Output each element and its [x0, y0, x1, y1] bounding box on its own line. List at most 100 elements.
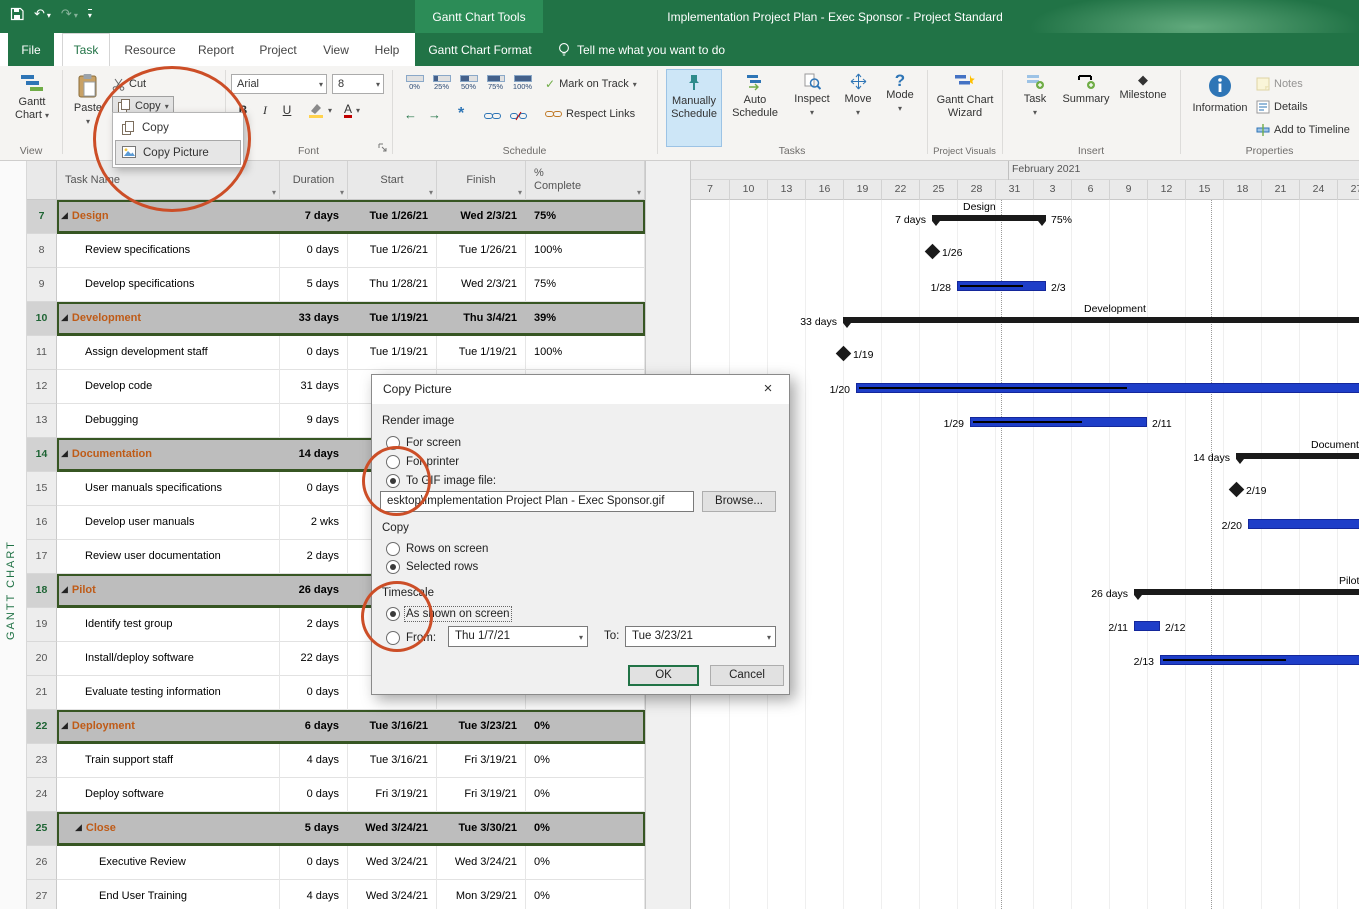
cell-name[interactable]: Identify test group [57, 608, 280, 642]
cell-name[interactable]: Executive Review [57, 846, 280, 880]
gantt-task-bar[interactable] [1248, 519, 1359, 529]
ok-button[interactable]: OK [628, 665, 699, 686]
timescale-day-cell[interactable]: 28 [957, 180, 995, 200]
cell-pct[interactable]: 75% [526, 268, 645, 302]
cell-duration[interactable]: 26 days [280, 574, 348, 608]
percent-complete-100%-button[interactable]: 100% [510, 74, 535, 94]
manually-schedule-button[interactable]: Manually Schedule [666, 69, 722, 147]
cell-name[interactable]: Install/deploy software [57, 642, 280, 676]
select-all-cell[interactable] [27, 160, 57, 200]
redo-button[interactable]: ↷▾ [61, 6, 78, 22]
italic-button[interactable]: I [255, 100, 275, 120]
cell-pct[interactable]: 0% [526, 744, 645, 778]
cell-finish[interactable]: Fri 3/19/21 [437, 744, 526, 778]
cell-finish[interactable]: Tue 1/26/21 [437, 234, 526, 268]
cell-duration[interactable]: 0 days [280, 336, 348, 370]
cell-name[interactable]: Develop code [57, 370, 280, 404]
timescale-day-cell[interactable]: 3 [1033, 180, 1071, 200]
timescale-day-cell[interactable]: 24 [1299, 180, 1337, 200]
cell-pct[interactable]: 100% [526, 336, 645, 370]
cell-name[interactable]: Assign development staff [57, 336, 280, 370]
tab-resource[interactable]: Resource [118, 33, 182, 66]
row-number-cell[interactable]: 18 [27, 574, 57, 608]
undo-button[interactable]: ↶▾ [34, 6, 51, 22]
row-number-cell[interactable]: 26 [27, 846, 57, 880]
cell-pct[interactable]: 0% [526, 778, 645, 812]
row-number-cell[interactable]: 17 [27, 540, 57, 574]
cell-start[interactable]: Tue 3/16/21 [348, 744, 437, 778]
expand-collapse-icon[interactable]: ◢ [75, 822, 82, 832]
customize-qat-button[interactable]: ▾ [88, 9, 92, 20]
cell-finish[interactable]: Tue 3/30/21 [437, 812, 526, 846]
font-color-button[interactable]: A ▾ [344, 100, 360, 120]
cell-duration[interactable]: 2 days [280, 608, 348, 642]
cell-finish[interactable]: Wed 3/24/21 [437, 846, 526, 880]
cell-name[interactable]: Develop specifications [57, 268, 280, 302]
mark-on-track-button[interactable]: ✓ Mark on Track ▾ [545, 74, 637, 94]
timescale-day-cell[interactable]: 13 [767, 180, 805, 200]
insert-summary-button[interactable]: Summary [1060, 69, 1112, 147]
cell-duration[interactable]: 22 days [280, 642, 348, 676]
menu-item-copy[interactable]: Copy [115, 115, 241, 140]
to-date-combobox[interactable]: Tue 3/23/21 ▾ [625, 626, 776, 647]
column-header-finish[interactable]: Finish▾ [437, 160, 526, 200]
cut-button[interactable]: Cut [112, 74, 146, 94]
cell-name[interactable]: Deploy software [57, 778, 280, 812]
timescale-day-cell[interactable]: 15 [1185, 180, 1223, 200]
timescale-day-cell[interactable]: 25 [919, 180, 957, 200]
gantt-task-bar[interactable] [970, 417, 1147, 427]
expand-collapse-icon[interactable]: ◢ [61, 448, 68, 458]
tab-file[interactable]: File [8, 33, 54, 66]
radio-for-screen[interactable]: For screen [386, 435, 461, 450]
cell-start[interactable]: Thu 1/28/21 [348, 268, 437, 302]
cell-duration[interactable]: 9 days [280, 404, 348, 438]
cell-duration[interactable]: 4 days [280, 880, 348, 909]
timescale-day-cell[interactable]: 16 [805, 180, 843, 200]
filter-arrow-icon[interactable]: ▾ [340, 188, 344, 197]
cell-name[interactable]: Develop user manuals [57, 506, 280, 540]
cell-duration[interactable]: 14 days [280, 438, 348, 472]
cell-finish[interactable]: Fri 3/19/21 [437, 778, 526, 812]
gantt-summary-bar[interactable] [932, 215, 1046, 221]
row-number-cell[interactable]: 8 [27, 234, 57, 268]
timescale-day-cell[interactable]: 7 [691, 180, 729, 200]
timescale-day-row[interactable]: 71013161922252831369121518212427 [691, 180, 1359, 200]
radio-to-gif-file[interactable]: To GIF image file: [386, 473, 496, 488]
row-number-cell[interactable]: 15 [27, 472, 57, 506]
cell-duration[interactable]: 31 days [280, 370, 348, 404]
cell-name[interactable]: Review specifications [57, 234, 280, 268]
cell-duration[interactable]: 0 days [280, 472, 348, 506]
percent-complete-75%-button[interactable]: 75% [483, 74, 508, 94]
dialog-close-button[interactable]: × [747, 375, 789, 404]
expand-collapse-icon[interactable]: ◢ [61, 210, 68, 220]
row-number-cell[interactable]: 14 [27, 438, 57, 472]
cell-duration[interactable]: 2 days [280, 540, 348, 574]
insert-milestone-button[interactable]: ◆ Milestone [1116, 69, 1170, 147]
tab-task[interactable]: Task [62, 33, 110, 66]
gantt-task-bar[interactable] [1134, 621, 1160, 631]
row-number-cell[interactable]: 23 [27, 744, 57, 778]
cell-duration[interactable]: 0 days [280, 234, 348, 268]
menu-item-copy-picture[interactable]: Copy Picture [115, 140, 241, 165]
expand-collapse-icon[interactable]: ◢ [61, 720, 68, 730]
cell-name[interactable]: ◢Documentation [57, 438, 280, 472]
from-date-combobox[interactable]: Thu 1/7/21 ▾ [448, 626, 588, 647]
gantt-summary-bar[interactable] [843, 317, 1359, 323]
cell-name[interactable]: Evaluate testing information [57, 676, 280, 710]
gantt-chart-wizard-button[interactable]: Gantt Chart Wizard [934, 69, 996, 147]
gantt-chart-view-button[interactable]: Gantt Chart ▾ [5, 69, 59, 147]
gantt-milestone[interactable] [1229, 482, 1245, 498]
background-color-button[interactable]: ▾ [308, 100, 332, 120]
timescale-month-row[interactable]: February 2021 [691, 160, 1359, 180]
percent-complete-0%-button[interactable]: 0% [402, 74, 427, 94]
auto-schedule-button[interactable]: Auto Schedule [728, 69, 782, 147]
filter-arrow-icon[interactable]: ▾ [272, 188, 276, 197]
save-button[interactable] [10, 7, 24, 21]
gantt-milestone[interactable] [925, 244, 941, 260]
cell-duration[interactable]: 33 days [280, 302, 348, 336]
percent-complete-25%-button[interactable]: 25% [429, 74, 454, 94]
view-bar[interactable]: GANTT CHART [0, 160, 27, 909]
cell-duration[interactable]: 5 days [280, 268, 348, 302]
cell-start[interactable]: Wed 3/24/21 [348, 846, 437, 880]
timescale-day-cell[interactable]: 22 [881, 180, 919, 200]
